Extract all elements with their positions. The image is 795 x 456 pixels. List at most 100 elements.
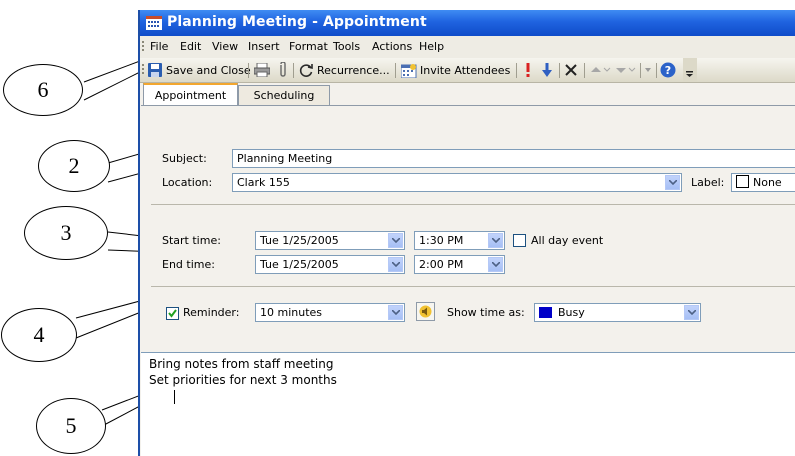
window-title: Planning Meeting - Appointment: [167, 14, 427, 30]
end-date-select[interactable]: Tue 1/25/2005: [255, 255, 405, 274]
overflow-chevron-icon: [686, 71, 693, 77]
attach-file-button[interactable]: [278, 58, 288, 82]
all-day-label: All day event: [531, 234, 604, 247]
toolbar-overflow-button[interactable]: [683, 58, 697, 82]
low-importance-button[interactable]: [542, 58, 552, 82]
start-time-label: Start time:: [162, 234, 221, 247]
save-and-close-label: Save and Close: [166, 63, 251, 77]
show-time-as-select[interactable]: Busy: [534, 303, 701, 322]
label-label: Label:: [691, 176, 725, 189]
printer-icon: [254, 63, 270, 77]
reminder-value: 10 minutes: [260, 306, 323, 319]
location-input[interactable]: Clark 155: [232, 173, 682, 192]
start-date-dropdown-button[interactable]: [388, 233, 403, 248]
tab-strip: Appointment Scheduling: [140, 83, 795, 106]
all-day-checkbox[interactable]: [513, 234, 526, 247]
help-icon: ?: [660, 62, 676, 78]
invite-attendees-button[interactable]: Invite Attendees: [401, 58, 510, 82]
next-item-button[interactable]: [616, 58, 636, 82]
reminder-checkbox[interactable]: [166, 307, 179, 320]
save-and-close-button[interactable]: Save and Close: [148, 58, 251, 82]
divider: [151, 204, 795, 205]
end-time-label: End time:: [162, 258, 215, 271]
reminder-label: Reminder:: [183, 306, 240, 319]
busy-color-swatch: [539, 307, 552, 318]
menu-edit[interactable]: Edit: [180, 40, 201, 53]
end-date-value: Tue 1/25/2005: [260, 258, 339, 271]
chevron-down-icon: [687, 310, 696, 315]
print-button[interactable]: [254, 58, 270, 82]
menu-format[interactable]: Format: [289, 40, 328, 53]
end-time-dropdown-button[interactable]: [488, 257, 503, 272]
location-dropdown-button[interactable]: [665, 175, 680, 190]
start-date-select[interactable]: Tue 1/25/2005: [255, 231, 405, 250]
invite-attendees-icon: [401, 63, 417, 78]
chevron-down-icon: [391, 238, 400, 243]
toolbar-separator: [516, 63, 517, 78]
title-bar[interactable]: Planning Meeting - Appointment: [140, 10, 795, 36]
chevron-down-icon: [645, 68, 651, 72]
reminder-select[interactable]: 10 minutes: [255, 303, 405, 322]
subject-label: Subject:: [162, 152, 207, 165]
notes-line-2: Set priorities for next 3 months: [149, 373, 337, 387]
delete-x-icon: [565, 64, 577, 76]
callout-4: 4: [1, 308, 77, 362]
end-time-value: 2:00 PM: [419, 258, 464, 271]
toolbar-separator: [248, 63, 249, 78]
end-time-select[interactable]: 2:00 PM: [414, 255, 505, 274]
svg-text:?: ?: [665, 64, 671, 77]
notes-line-1: Bring notes from staff meeting: [149, 357, 334, 371]
subject-input[interactable]: Planning Meeting: [232, 149, 795, 168]
delete-button[interactable]: [565, 58, 577, 82]
toolbar-options-button[interactable]: [645, 58, 651, 82]
recurrence-button[interactable]: Recurrence...: [299, 58, 390, 82]
start-date-value: Tue 1/25/2005: [260, 234, 339, 247]
reminder-sound-button[interactable]: [416, 302, 435, 321]
menu-insert[interactable]: Insert: [248, 40, 280, 53]
calendar-icon: [146, 16, 162, 30]
menu-help[interactable]: Help: [419, 40, 444, 53]
location-value: Clark 155: [237, 176, 290, 189]
menu-actions[interactable]: Actions: [372, 40, 412, 53]
menu-file[interactable]: File: [150, 40, 168, 53]
checkmark-icon: [168, 309, 177, 318]
speaker-icon: [419, 305, 432, 318]
appointment-window: Planning Meeting - Appointment File Edit…: [138, 10, 795, 456]
menu-tools[interactable]: Tools: [333, 40, 360, 53]
menu-view[interactable]: View: [212, 40, 238, 53]
standard-toolbar: Save and Close Recurrence... Invite Atte…: [140, 58, 795, 83]
toolbar-grip-icon: [142, 64, 144, 74]
next-item-icon: [616, 67, 636, 73]
location-label: Location:: [162, 176, 213, 189]
menu-grip-icon: [142, 41, 144, 51]
chevron-down-icon: [391, 310, 400, 315]
reminder-dropdown-button[interactable]: [388, 305, 403, 320]
label-value: None: [753, 176, 782, 189]
chevron-down-icon: [391, 262, 400, 267]
previous-item-icon: [591, 67, 611, 72]
recurrence-label: Recurrence...: [317, 63, 390, 77]
paperclip-icon: [280, 62, 286, 77]
recurrence-icon: [299, 63, 313, 77]
label-select[interactable]: None: [731, 173, 795, 192]
previous-item-button[interactable]: [591, 58, 611, 82]
start-time-value: 1:30 PM: [419, 234, 464, 247]
callout-5: 5: [36, 398, 106, 454]
tab-appointment[interactable]: Appointment: [143, 83, 238, 106]
exclamation-icon: [526, 63, 530, 77]
chevron-down-icon: [491, 262, 500, 267]
end-date-dropdown-button[interactable]: [388, 257, 403, 272]
high-importance-button[interactable]: [525, 58, 531, 82]
tab-scheduling[interactable]: Scheduling: [238, 85, 330, 105]
notes-textarea[interactable]: Bring notes from staff meeting Set prior…: [141, 352, 795, 456]
toolbar-separator: [559, 63, 560, 78]
save-icon: [148, 63, 162, 77]
help-button[interactable]: ?: [660, 58, 676, 82]
show-time-as-dropdown-button[interactable]: [684, 305, 699, 320]
chevron-down-icon: [668, 180, 677, 185]
start-time-dropdown-button[interactable]: [488, 233, 503, 248]
start-time-select[interactable]: 1:30 PM: [414, 231, 505, 250]
divider: [151, 286, 795, 287]
invite-attendees-label: Invite Attendees: [420, 63, 511, 77]
callout-6: 6: [3, 64, 83, 116]
